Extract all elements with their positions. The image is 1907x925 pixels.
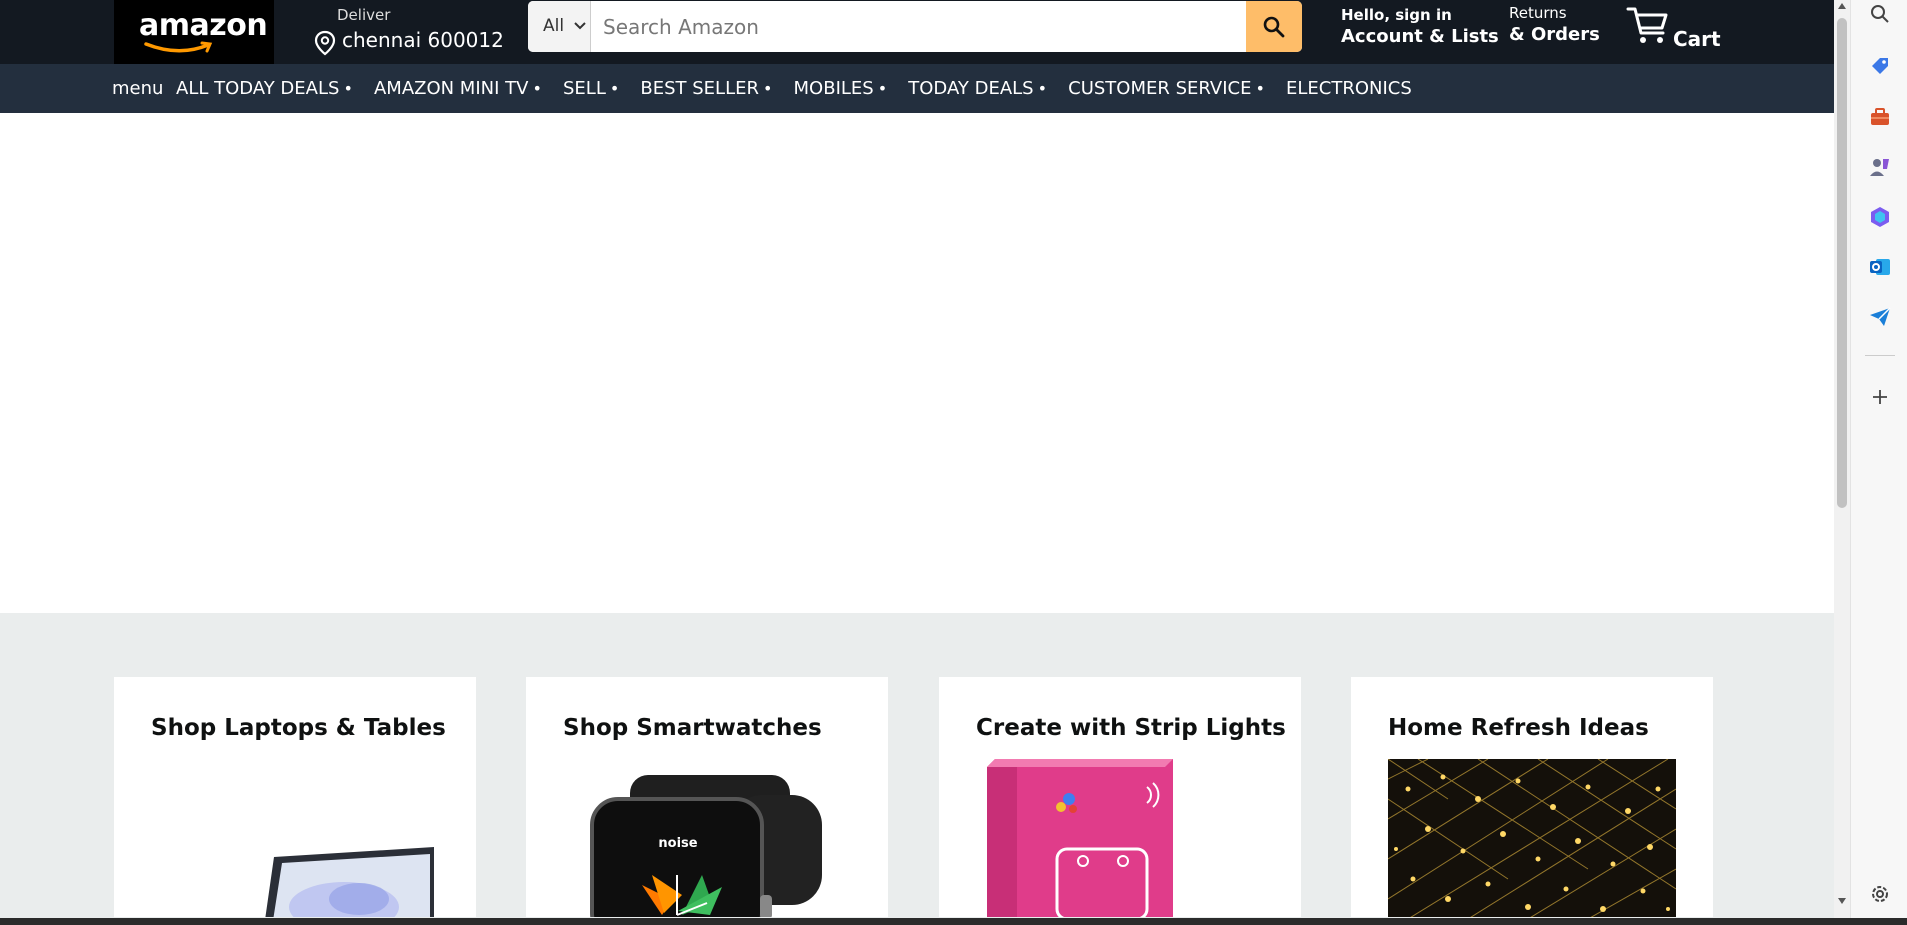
- orders-label: & Orders: [1509, 24, 1600, 45]
- strip-lights-box-image: [987, 759, 1173, 917]
- scroll-down-icon[interactable]: [1838, 898, 1846, 904]
- taskbar-edge: [0, 918, 1907, 925]
- deliver-city: chennai 600012: [342, 28, 504, 52]
- nav-separator: •: [609, 79, 620, 98]
- nav-link-label: SELL: [563, 78, 606, 99]
- scrollbar-thumb[interactable]: [1837, 18, 1847, 508]
- sidebar-divider: [1865, 355, 1895, 356]
- outlook-icon[interactable]: [1868, 255, 1892, 279]
- scroll-up-icon[interactable]: [1838, 3, 1846, 9]
- nav-link-label: MOBILES: [793, 78, 874, 99]
- chevron-down-icon: [574, 22, 586, 30]
- nav-separator: •: [343, 79, 353, 98]
- card-laptops[interactable]: Shop Laptops & Tables: [114, 677, 476, 917]
- nav-link-label: AMAZON MINI TV: [373, 78, 529, 99]
- watch-brand: noise: [658, 836, 697, 851]
- nav-link-customer-service[interactable]: CUSTOMER SERVICE •: [1068, 78, 1265, 99]
- copilot-icon[interactable]: [1868, 205, 1892, 229]
- browser-sidebar: [1850, 0, 1907, 925]
- logo-text: amazon: [139, 8, 268, 43]
- nav-link-all-today-deals[interactable]: ALL TODAY DEALS •: [176, 78, 353, 99]
- cart-label: Cart: [1673, 27, 1721, 51]
- card-title: Create with Strip Lights: [976, 715, 1286, 741]
- location-pin-icon: [314, 30, 336, 56]
- nav-link-best-seller[interactable]: BEST SELLER •: [640, 78, 772, 99]
- search-category-label: All: [543, 16, 565, 36]
- search-icon: [1263, 16, 1285, 38]
- nav-link-label: CUSTOMER SERVICE: [1068, 78, 1252, 99]
- returns-label: Returns: [1509, 4, 1567, 22]
- nav-link-label: ELECTRONICS: [1286, 78, 1412, 99]
- nav-link-sell[interactable]: SELL •: [563, 78, 619, 99]
- briefcase-icon[interactable]: [1868, 105, 1892, 129]
- nav-separator: •: [763, 79, 773, 98]
- send-icon[interactable]: [1868, 305, 1892, 329]
- sub-nav-bar: menu ALL TODAY DEALS • AMAZON MINI TV • SE…: [0, 64, 1834, 113]
- tag-icon[interactable]: [1868, 54, 1892, 78]
- amazon-page: amazon Deliver chennai 600012 All Search…: [0, 0, 1834, 925]
- deliver-label: Deliver: [337, 6, 391, 24]
- account-lists[interactable]: Hello, sign in Account & Lists: [1341, 6, 1499, 47]
- games-icon[interactable]: [1868, 155, 1892, 179]
- nav-link-electronics[interactable]: ELECTRONICS: [1286, 78, 1412, 99]
- card-strip-lights[interactable]: Create with Strip Lights: [939, 677, 1301, 917]
- fairy-lights-image: [1388, 759, 1676, 917]
- smartwatch-image: noise: [590, 775, 822, 917]
- nav-link-label: ALL TODAY DEALS: [176, 78, 340, 99]
- search-icon[interactable]: [1868, 2, 1892, 26]
- add-icon[interactable]: [1868, 385, 1892, 409]
- search-bar: All: [528, 1, 1302, 52]
- nav-separator: •: [1255, 79, 1265, 98]
- card-title: Home Refresh Ideas: [1388, 715, 1649, 741]
- cart-icon: [1626, 7, 1668, 43]
- nav-link-label: TODAY DEALS: [908, 78, 1034, 99]
- nav-link-amazon-mini-tv[interactable]: AMAZON MINI TV •: [374, 78, 542, 99]
- nav-link-label: BEST SELLER: [640, 78, 759, 99]
- nav-link-mobiles[interactable]: MOBILES •: [794, 78, 888, 99]
- search-input[interactable]: [591, 1, 1243, 52]
- laptop-image: [265, 847, 434, 917]
- account-greeting: Hello, sign in: [1341, 6, 1452, 24]
- deliver-location[interactable]: Deliver chennai 600012: [314, 4, 504, 58]
- card-home-refresh[interactable]: Home Refresh Ideas: [1351, 677, 1713, 917]
- search-category-dropdown[interactable]: All: [528, 1, 591, 52]
- hero-banner: [0, 113, 1834, 613]
- search-button[interactable]: [1246, 1, 1302, 52]
- account-label: Account & Lists: [1341, 26, 1499, 47]
- cart-button[interactable]: Cart: [1626, 3, 1721, 53]
- top-nav-bar: amazon Deliver chennai 600012 All Search…: [0, 0, 1834, 88]
- card-title: Shop Smartwatches: [563, 715, 822, 741]
- card-title: Shop Laptops & Tables: [151, 715, 446, 741]
- menu-button[interactable]: menu: [112, 78, 163, 99]
- returns-orders[interactable]: Returns & Orders: [1509, 4, 1600, 45]
- logo-smile-icon: [144, 41, 213, 53]
- settings-icon[interactable]: [1868, 882, 1892, 906]
- page-scrollbar[interactable]: [1834, 0, 1850, 925]
- nav-link-today-deals[interactable]: TODAY DEALS •: [908, 78, 1047, 99]
- sub-nav-links: ALL TODAY DEALS • AMAZON MINI TV • SELL • B…: [176, 78, 1428, 99]
- card-smartwatches[interactable]: Shop Smartwatches noise: [526, 677, 888, 917]
- nav-separator: •: [532, 79, 542, 98]
- nav-separator: •: [1037, 79, 1048, 98]
- nav-separator: •: [877, 79, 888, 98]
